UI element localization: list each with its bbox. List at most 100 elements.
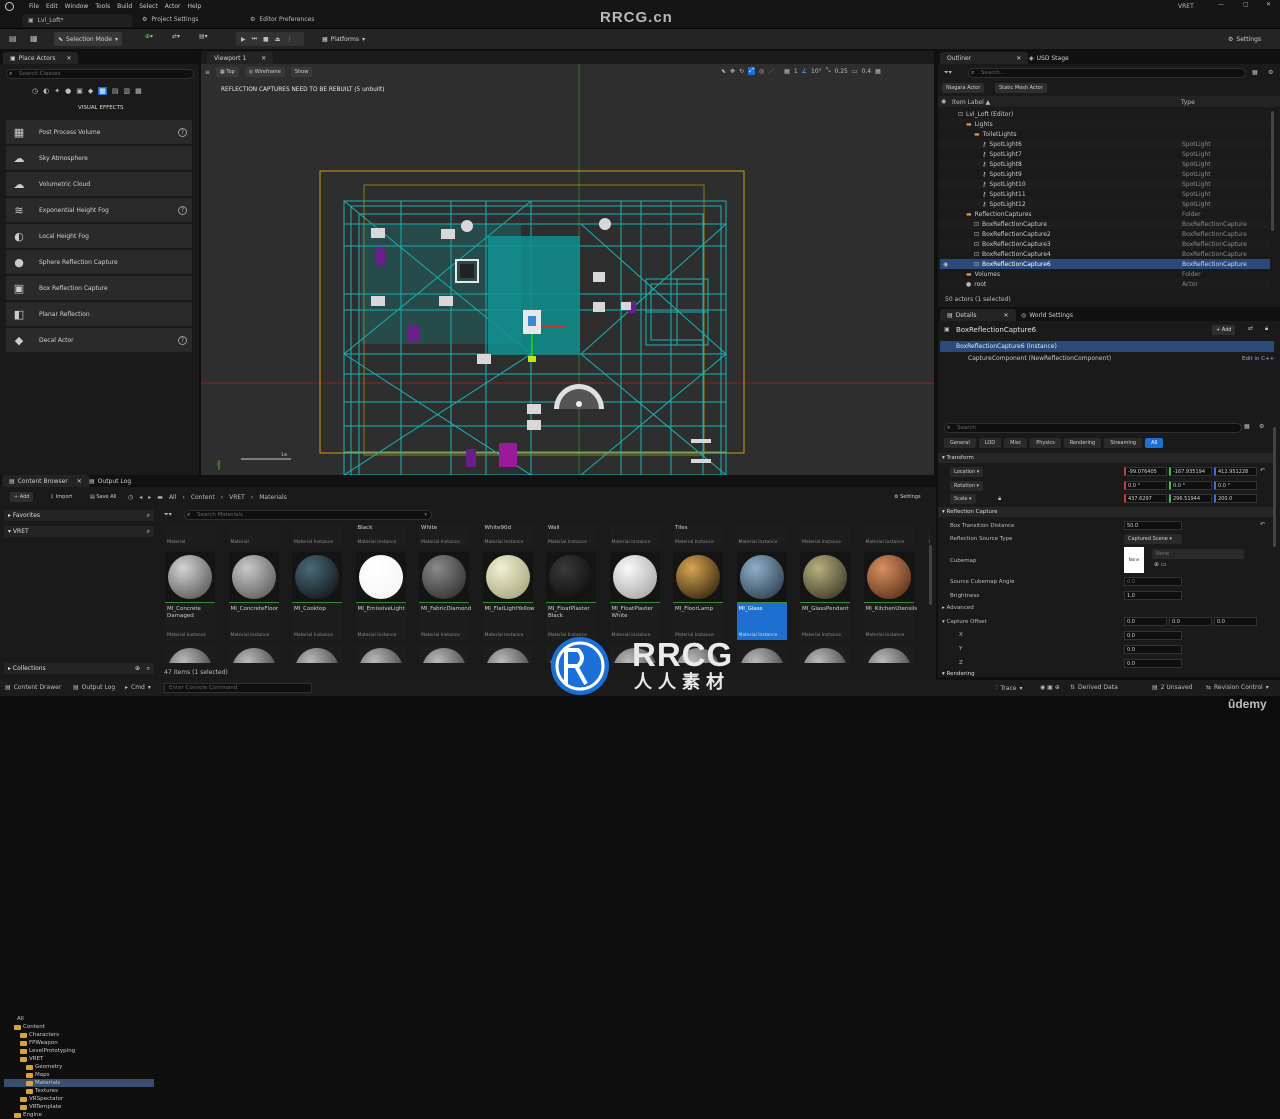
scale-z-field[interactable]: 200.0: [1214, 494, 1257, 503]
filter-static-mesh-actor[interactable]: Static Mesh Actor: [995, 83, 1047, 93]
stop-icon[interactable]: ■: [263, 36, 269, 43]
close-icon[interactable]: ✕: [66, 55, 71, 62]
location-x-field[interactable]: -99.076405: [1124, 467, 1167, 476]
crumb-all[interactable]: All: [169, 494, 176, 501]
derived-data-button[interactable]: ⇅ Derived Data: [1070, 684, 1118, 691]
details-filter-tab[interactable]: Physics: [1030, 438, 1061, 448]
rotation-x-field[interactable]: 0.0 °: [1124, 481, 1167, 490]
asset-tile[interactable]: MI_FabricDiamond Material Instance: [419, 552, 471, 640]
place-actor-item[interactable]: ◆ Decal Actor?: [6, 328, 192, 352]
asset-tile[interactable]: Material Instance: [736, 525, 787, 547]
asset-tile[interactable]: White90d Material Instance: [482, 525, 533, 547]
cmd-dropdown[interactable]: ▸ Cmd ▾: [125, 684, 151, 691]
asset-tile[interactable]: [482, 645, 533, 663]
outliner-row[interactable]: ◉ ⊡ BoxReflectionCapture6 BoxReflectionCapt…: [940, 259, 1270, 269]
unreal-logo-icon[interactable]: [5, 1, 14, 11]
settings-icon[interactable]: ⚙: [1268, 69, 1273, 76]
menu-select[interactable]: Select: [139, 3, 158, 10]
tab-details[interactable]: ▤ Details ✕: [940, 309, 1016, 321]
asset-tile[interactable]: Material: [228, 525, 279, 547]
asset-tile[interactable]: White Material Instance: [419, 525, 469, 547]
step-icon[interactable]: ⏭: [252, 35, 257, 43]
asset-tile[interactable]: Tiles Material Instance: [673, 525, 723, 547]
asset-tile[interactable]: [863, 645, 914, 663]
outliner-row[interactable]: ⚷ SpotLight11 SpotLight: [940, 189, 1270, 199]
geometry-icon[interactable]: ◆: [88, 87, 93, 95]
asset-tile[interactable]: [419, 645, 469, 663]
place-actor-item[interactable]: ● Sphere Reflection Capture: [6, 250, 192, 274]
history-icon[interactable]: ◷: [128, 494, 133, 501]
item-label-header[interactable]: Item Label ▲: [952, 99, 990, 106]
tab-world-settings[interactable]: ◎ World Settings: [1014, 309, 1080, 321]
folder-tree-item[interactable]: Maps: [4, 1071, 154, 1079]
component-row[interactable]: CaptureComponent (NewReflectionComponent…: [940, 353, 1274, 364]
add-icon[interactable]: ⊕: [135, 663, 140, 674]
asset-tile[interactable]: MI_Glass Material Instance: [736, 552, 787, 640]
menu-build[interactable]: Build: [117, 3, 132, 10]
folder-tree-item[interactable]: Content: [4, 1023, 154, 1031]
tab-place-actors[interactable]: ▣ Place Actors ✕: [3, 52, 79, 64]
outliner-row[interactable]: ▬ ToiletLights: [940, 129, 1270, 139]
blueprint-icon[interactable]: ⇄▾: [172, 33, 180, 40]
outliner-row[interactable]: ⚷ SpotLight12 SpotLight: [940, 199, 1270, 209]
folder-tree-item[interactable]: Materials: [4, 1079, 154, 1087]
actor-name[interactable]: BoxReflectionCapture6: [956, 326, 1036, 334]
scale-x-field[interactable]: 437.6297: [1124, 494, 1167, 503]
trace-button[interactable]: ⫶ Trace ▾: [996, 684, 1022, 692]
help-icon[interactable]: ?: [178, 127, 187, 137]
asset-tile[interactable]: [800, 645, 850, 663]
reflection-section-header[interactable]: ▾ Reflection Capture: [938, 507, 1274, 517]
scale-y-field[interactable]: 296.51944: [1169, 494, 1212, 503]
rotation-z-field[interactable]: 0.0 °: [1214, 481, 1257, 490]
tab-usd-stage[interactable]: ◈ USD Stage: [1022, 52, 1076, 64]
play-icon[interactable]: ▶: [241, 36, 246, 43]
settings-icon[interactable]: ⚙: [1259, 423, 1264, 430]
brightness-field[interactable]: 1.0: [1124, 591, 1182, 600]
platforms-button[interactable]: ▦ Platforms ▾: [318, 32, 369, 46]
offset-y-field[interactable]: 0.0: [1124, 645, 1182, 654]
tab-level[interactable]: ▣ Lvl_Loft*: [22, 14, 132, 27]
menu-edit[interactable]: Edit: [46, 3, 58, 10]
tab-output-log[interactable]: ▤ Output Log: [82, 475, 138, 487]
rotation-y-field[interactable]: 0.0 °: [1169, 481, 1212, 490]
folder-tree-item[interactable]: Textures: [4, 1087, 154, 1095]
type-header[interactable]: Type: [1181, 99, 1195, 106]
menu-help[interactable]: Help: [188, 3, 202, 10]
place-actor-item[interactable]: ◐ Local Height Fog: [6, 224, 192, 248]
search-classes-input[interactable]: Search Classes: [6, 69, 194, 79]
save-icon[interactable]: ▤: [9, 34, 17, 43]
menu-actor[interactable]: Actor: [165, 3, 181, 10]
project-header[interactable]: ▾ VRET ⌕: [4, 526, 154, 537]
lock-icon[interactable]: 🔒︎: [1265, 325, 1268, 333]
asset-tile[interactable]: MI_Cooktop Material Instance: [292, 552, 342, 640]
help-icon[interactable]: ?: [178, 335, 187, 345]
add-component-button[interactable]: + Add: [1212, 325, 1236, 335]
outliner-row[interactable]: ● root Actor: [940, 279, 1270, 289]
volumes-icon[interactable]: ▤: [112, 87, 119, 95]
forward-icon[interactable]: ▸: [148, 494, 151, 501]
outliner-row[interactable]: ⊡ BoxReflectionCapture3 BoxReflectionCaptu…: [940, 239, 1270, 249]
shapes-icon[interactable]: ●: [65, 87, 71, 95]
outliner-row[interactable]: ⚷ SpotLight9 SpotLight: [940, 169, 1270, 179]
menu-window[interactable]: Window: [65, 3, 89, 10]
outliner-row[interactable]: ▬ Volumes Folder: [940, 269, 1270, 279]
crumb-content[interactable]: Content: [191, 494, 215, 501]
filter-niagara-actor[interactable]: Niagara Actor: [942, 83, 985, 93]
search-icon[interactable]: ⌕: [147, 663, 150, 674]
cubemap-thumbnail[interactable]: None: [1124, 547, 1144, 573]
content-settings-button[interactable]: ⚙ Settings: [890, 492, 925, 502]
asset-tile[interactable]: MI_GlassPendant Material Instance: [800, 552, 850, 640]
cinematic-icon[interactable]: ▣: [76, 87, 83, 95]
capture-offset-x-field[interactable]: 0.0: [1124, 617, 1167, 626]
add-button[interactable]: + Add: [10, 492, 34, 502]
outliner-row[interactable]: ⚷ SpotLight10 SpotLight: [940, 179, 1270, 189]
tab-outliner[interactable]: Outliner ✕: [940, 52, 1029, 64]
eject-icon[interactable]: ⏏: [275, 36, 281, 43]
outliner-row[interactable]: ⊡ Lvl_Loft (Editor): [940, 109, 1270, 119]
cubemap-dropdown[interactable]: None: [1152, 549, 1244, 559]
cinematics-icon[interactable]: ▤▾: [199, 33, 208, 40]
folder-tree-item[interactable]: VRTemplate: [4, 1103, 154, 1111]
crumb-materials[interactable]: Materials: [259, 494, 287, 501]
place-actor-item[interactable]: ≋ Exponential Height Fog?: [6, 198, 192, 222]
light-icon[interactable]: ✦: [54, 87, 60, 95]
